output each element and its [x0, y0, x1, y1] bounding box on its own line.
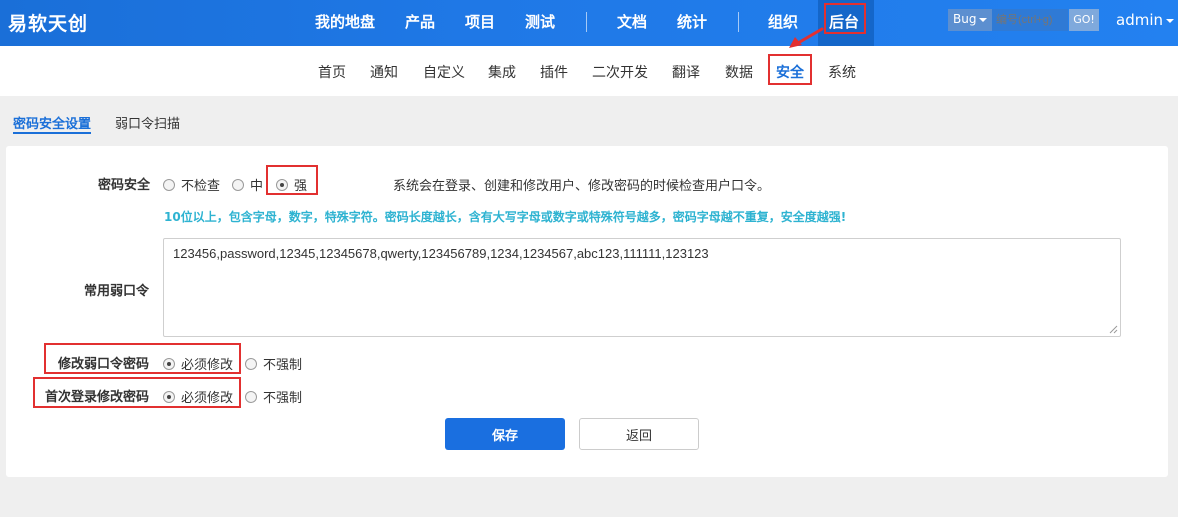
resize-grip-icon[interactable]: [1108, 324, 1118, 334]
sub-nav: 首页 通知 自定义 集成 插件 二次开发 翻译 数据 安全 系统: [0, 46, 1178, 96]
radio-change-weak-optional[interactable]: 不强制: [245, 354, 302, 373]
nav-item-admin[interactable]: 后台: [829, 11, 859, 32]
subnav-item-system[interactable]: 系统: [828, 62, 856, 82]
nav-separator: [586, 12, 587, 32]
subnav-item-dev[interactable]: 二次开发: [592, 62, 648, 82]
radio-no-check[interactable]: 不检查: [163, 175, 220, 194]
password-strength-tip: 10位以上，包含字母，数字，特殊字符。密码长度越长，含有大写字母或数字或特殊符号…: [164, 210, 847, 224]
radio-change-weak-required[interactable]: 必须修改: [163, 354, 233, 373]
password-check-hint: 系统会在登录、创建和修改用户、修改密码的时候检查用户口令。: [393, 179, 771, 194]
radio-label: 中: [250, 179, 264, 194]
radio-label: 必须修改: [181, 358, 234, 373]
chevron-down-icon: [979, 18, 987, 22]
go-button[interactable]: GO!: [1069, 9, 1099, 31]
brand-logo[interactable]: 易软天创: [8, 9, 88, 36]
weak-passwords-label: 常用弱口令: [84, 284, 150, 299]
weak-passwords-textarea[interactable]: 123456,password,12345,12345678,qwerty,12…: [163, 238, 1121, 337]
subnav-item-integration[interactable]: 集成: [488, 62, 516, 82]
radio-circle-icon: [163, 178, 175, 191]
nav-item-stats[interactable]: 统计: [677, 11, 707, 32]
radio-checked-icon: [163, 357, 175, 370]
chevron-down-icon: [1166, 18, 1174, 23]
subnav-item-translate[interactable]: 翻译: [672, 62, 700, 82]
radio-label: 不强制: [263, 391, 303, 406]
radio-circle-icon: [245, 357, 257, 370]
search-input[interactable]: [992, 9, 1068, 31]
radio-strong[interactable]: 强: [276, 175, 307, 194]
first-login-label: 首次登录修改密码: [45, 390, 150, 405]
subnav-item-data[interactable]: 数据: [725, 62, 753, 82]
quick-search: Bug GO!: [948, 9, 1099, 31]
nav-item-project[interactable]: 项目: [465, 11, 495, 32]
annotation-arrow-icon: [789, 27, 824, 48]
nav-item-product[interactable]: 产品: [405, 11, 435, 32]
nav-item-doc[interactable]: 文档: [617, 11, 647, 32]
top-navbar: 易软天创 我的地盘 产品 项目 测试 文档 统计 组织 后台 Bug GO! a…: [0, 0, 1178, 46]
nav-separator: [738, 12, 739, 32]
subnav-item-custom[interactable]: 自定义: [423, 62, 465, 82]
nav-item-my-dashboard[interactable]: 我的地盘: [315, 11, 375, 32]
user-menu[interactable]: admin: [1116, 11, 1174, 29]
save-button[interactable]: 保存: [445, 418, 565, 450]
radio-first-login-required[interactable]: 必须修改: [163, 387, 233, 406]
radio-checked-icon: [163, 390, 175, 403]
nav-item-test[interactable]: 测试: [525, 11, 555, 32]
radio-medium[interactable]: 中: [232, 175, 263, 194]
change-weak-label: 修改弱口令密码: [58, 357, 150, 372]
subnav-item-notify[interactable]: 通知: [370, 62, 398, 82]
tab-password-security[interactable]: 密码安全设置: [13, 113, 91, 132]
radio-label: 不检查: [181, 179, 221, 194]
search-type-select[interactable]: Bug: [948, 9, 992, 31]
radio-checked-icon: [276, 178, 288, 191]
subnav-item-security[interactable]: 安全: [776, 62, 804, 82]
tab-weak-password-scan[interactable]: 弱口令扫描: [115, 113, 180, 132]
radio-label: 不强制: [263, 358, 303, 373]
tab-active-underline: [13, 132, 91, 134]
search-type-label: Bug: [953, 12, 977, 26]
password-security-label: 密码安全: [98, 178, 151, 193]
subnav-item-plugin[interactable]: 插件: [540, 62, 568, 82]
radio-label: 必须修改: [181, 391, 234, 406]
subnav-item-home[interactable]: 首页: [318, 62, 346, 82]
back-button[interactable]: 返回: [579, 418, 699, 450]
radio-circle-icon: [245, 390, 257, 403]
radio-first-login-optional[interactable]: 不强制: [245, 387, 302, 406]
radio-label: 强: [294, 179, 308, 194]
radio-circle-icon: [232, 178, 244, 191]
user-name: admin: [1116, 11, 1163, 29]
